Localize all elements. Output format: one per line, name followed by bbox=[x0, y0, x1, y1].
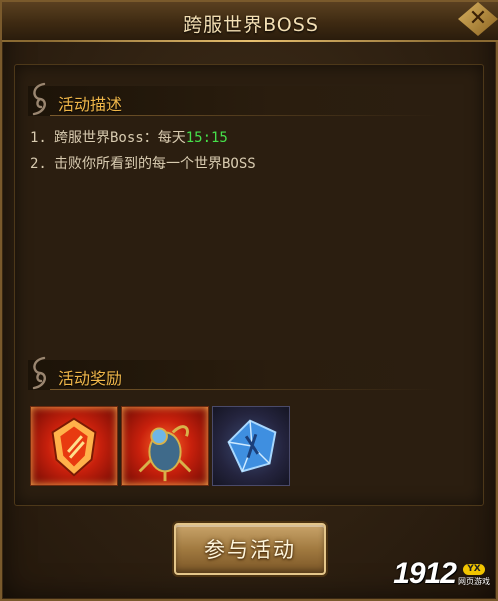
watermark-subtitle: 网页游戏 bbox=[458, 577, 490, 586]
watermark-text: 1912 bbox=[393, 557, 457, 590]
watermark-side: YX 网页游戏 bbox=[458, 564, 490, 587]
red-scorpion-pet-icon bbox=[138, 425, 192, 482]
item-text: 击败你所看到的每一个世界BOSS bbox=[54, 156, 256, 172]
divider bbox=[50, 389, 438, 390]
close-icon: ✕ bbox=[468, 6, 488, 31]
red-shield-emblem-icon bbox=[51, 417, 97, 477]
event-time: 15:15 bbox=[185, 130, 228, 146]
watermark-badge: YX bbox=[463, 564, 485, 575]
description-list: 1. 跨服世界Boss：每天15:15 2. 击败你所看到的每一个世界BOSS bbox=[30, 128, 450, 180]
window-title: 跨服世界BOSS bbox=[183, 14, 319, 36]
boss-event-window: 跨服世界BOSS ✕ 活动描述 1. 跨服世界Boss：每天15:15 2. 击败你… bbox=[0, 0, 498, 601]
list-item: 1. 跨服世界Boss：每天15:15 bbox=[30, 128, 450, 154]
divider bbox=[50, 115, 438, 116]
reward-item-shield[interactable] bbox=[30, 406, 118, 486]
title-bar: 跨服世界BOSS ✕ bbox=[2, 2, 498, 42]
reward-item-gem[interactable] bbox=[212, 406, 290, 486]
list-item: 2. 击败你所看到的每一个世界BOSS bbox=[30, 154, 450, 180]
reward-item-pet[interactable] bbox=[121, 406, 209, 486]
join-activity-label: 参与活动 bbox=[204, 538, 296, 562]
description-title: 活动描述 bbox=[58, 95, 123, 114]
blue-gem-stone-icon bbox=[227, 419, 277, 473]
site-watermark-logo: 1912 YX 网页游戏 bbox=[393, 557, 490, 591]
swirl-ornament-icon bbox=[32, 356, 46, 390]
rewards-section-header: 活动奖励 bbox=[28, 356, 438, 390]
item-number: 1. bbox=[30, 130, 47, 146]
item-text: 跨服世界Boss：每天 bbox=[54, 130, 186, 146]
join-activity-button[interactable]: 参与活动 bbox=[174, 523, 326, 575]
rewards-title: 活动奖励 bbox=[58, 369, 123, 388]
reward-list bbox=[30, 406, 290, 486]
description-section-header: 活动描述 bbox=[28, 82, 438, 116]
item-number: 2. bbox=[30, 156, 47, 172]
swirl-ornament-icon bbox=[32, 82, 46, 116]
